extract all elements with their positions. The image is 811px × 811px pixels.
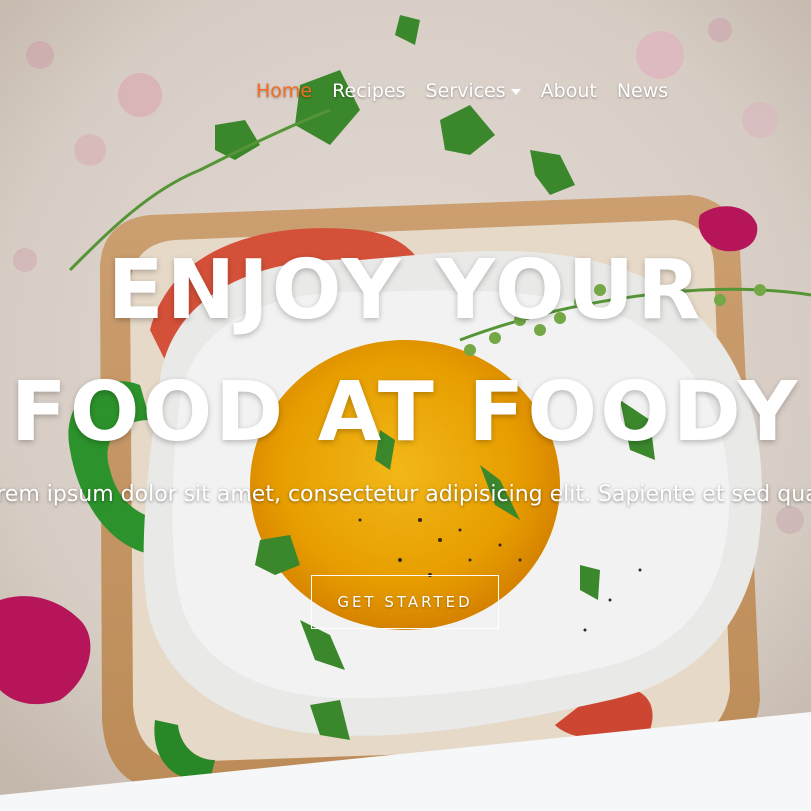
hero-headline-line2: FOOD AT FOODY bbox=[10, 365, 801, 460]
hero-section: Home Recipes Services About News ENJOY Y… bbox=[0, 0, 811, 811]
nav-item-services[interactable]: Services bbox=[426, 80, 521, 102]
get-started-button[interactable]: GET STARTED bbox=[311, 575, 499, 629]
chevron-down-icon bbox=[510, 88, 521, 95]
nav-item-recipes[interactable]: Recipes bbox=[332, 80, 405, 102]
nav-item-news[interactable]: News bbox=[617, 80, 668, 102]
nav-item-about[interactable]: About bbox=[541, 80, 597, 102]
nav-item-services-label: Services bbox=[425, 80, 506, 102]
hero-subtitle: Lorem ipsum dolor sit amet, consectetur … bbox=[0, 482, 811, 507]
hero-headline-line1: ENJOY YOUR bbox=[107, 243, 704, 338]
nav-item-home[interactable]: Home bbox=[256, 80, 312, 102]
main-navigation: Home Recipes Services About News bbox=[256, 76, 688, 106]
